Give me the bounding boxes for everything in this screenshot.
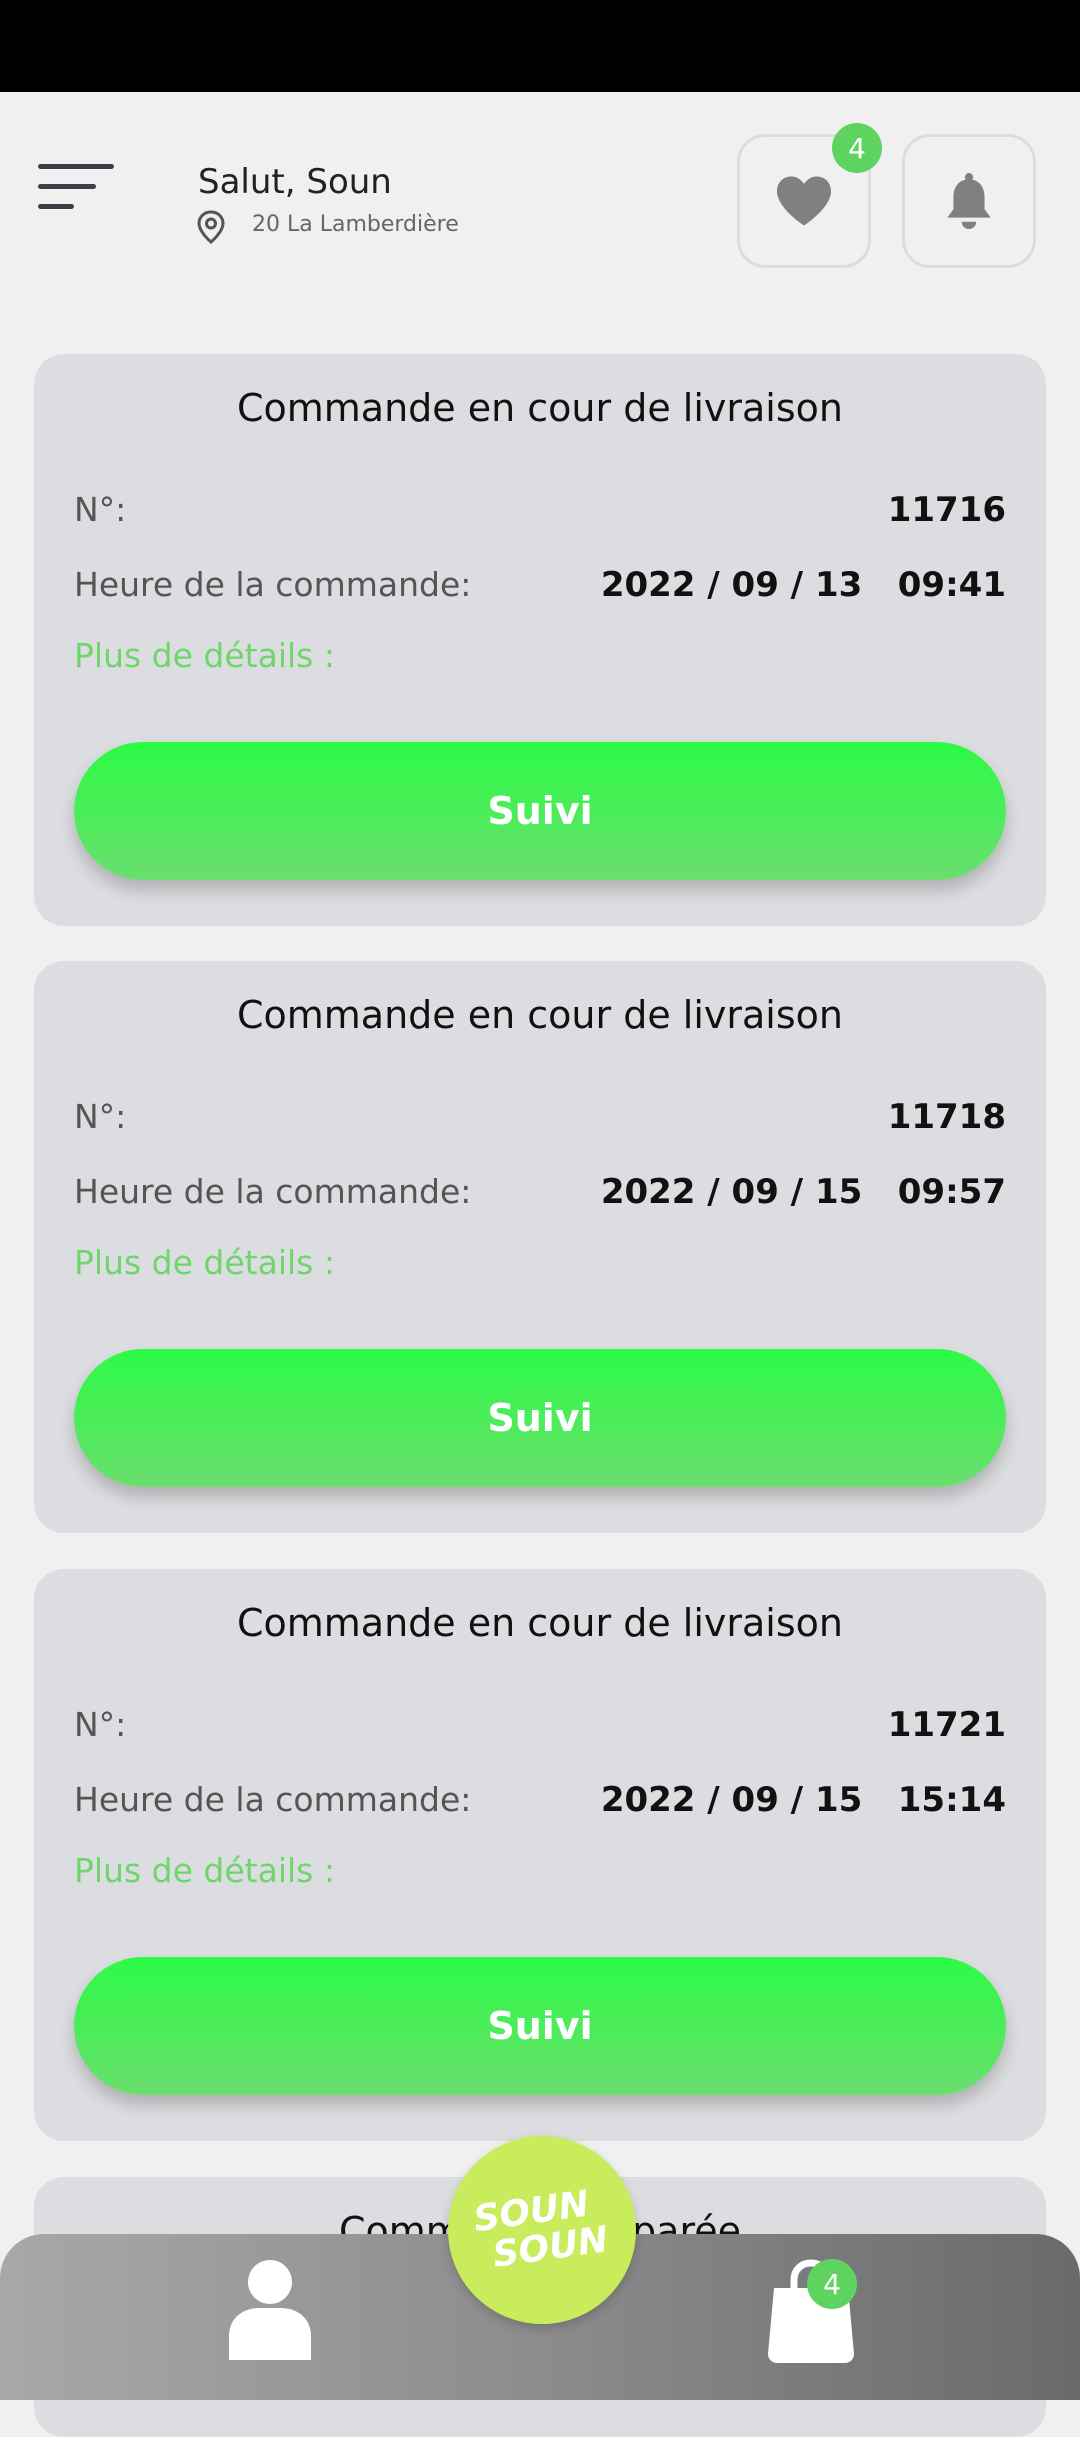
order-datetime: 2022 / 09 / 15 15:14 — [600, 1780, 1006, 1820]
order-time-label: Heure de la commande: — [74, 1172, 472, 1211]
order-status-title: Commande en cour de livraison — [236, 1601, 843, 1645]
profile-icon[interactable] — [225, 2256, 315, 2360]
more-details-link[interactable]: Plus de détails : — [74, 1243, 335, 1282]
favorites-count-badge: 4 — [832, 123, 882, 173]
order-datetime: 2022 / 09 / 15 09:57 — [600, 1172, 1006, 1212]
order-number-label: N°: — [74, 1705, 127, 1744]
location-pin-icon — [197, 210, 225, 244]
order-status-title: Commande en cour de livraison — [236, 386, 843, 430]
order-card: Commande en cour de livraison N°: 11718 … — [34, 961, 1046, 1533]
order-datetime: 2022 / 09 / 13 09:41 — [600, 565, 1006, 605]
order-number: 11721 — [887, 1705, 1006, 1745]
order-time-label: Heure de la commande: — [74, 565, 472, 604]
order-status-title: Commande en cour de livraison — [236, 993, 843, 1037]
order-card: Commande en cour de livraison N°: 11716 … — [34, 354, 1046, 926]
cart-count-badge: 4 — [807, 2259, 857, 2309]
order-card: Commande en cour de livraison N°: 11721 … — [34, 1569, 1046, 2141]
track-order-button[interactable]: Suivi — [74, 1957, 1006, 2095]
track-order-button[interactable]: Suivi — [74, 1349, 1006, 1487]
order-number: 11718 — [887, 1097, 1006, 1137]
soun-soun-logo-button[interactable]: SOUN SOUN — [448, 2136, 636, 2324]
order-number-label: N°: — [74, 490, 127, 529]
track-order-button[interactable]: Suivi — [74, 742, 1006, 880]
soun-soun-logo: SOUN SOUN — [471, 2183, 611, 2275]
delivery-address: 20 La Lamberdière — [252, 212, 459, 237]
notifications-button[interactable] — [902, 134, 1036, 268]
bell-icon — [947, 173, 991, 229]
status-bar — [0, 0, 1080, 92]
order-number: 11716 — [887, 490, 1006, 530]
order-number-label: N°: — [74, 1097, 127, 1136]
heart-icon — [777, 176, 831, 226]
greeting-text: Salut, Soun — [198, 162, 392, 202]
menu-icon[interactable] — [38, 160, 118, 216]
order-time-label: Heure de la commande: — [74, 1780, 472, 1819]
more-details-link[interactable]: Plus de détails : — [74, 636, 335, 675]
more-details-link[interactable]: Plus de détails : — [74, 1851, 335, 1890]
